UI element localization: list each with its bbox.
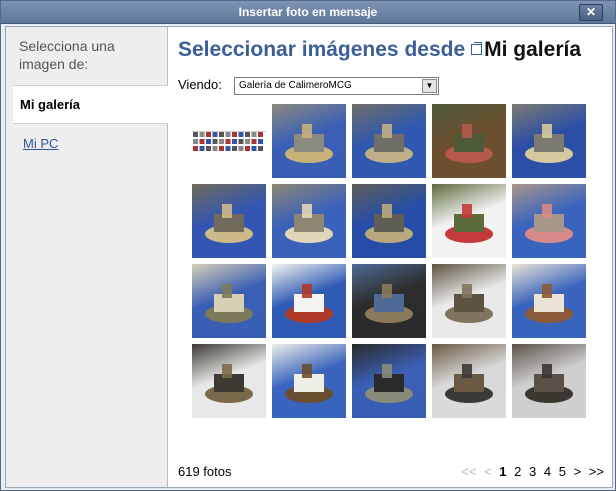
pagination: << < 1 2 3 4 5 > >> [457, 464, 604, 479]
next-page-link[interactable]: > [574, 464, 582, 479]
thumb-model-13[interactable] [432, 264, 506, 338]
thumb-model-19[interactable] [512, 344, 586, 418]
thumb-model-1[interactable] [272, 104, 346, 178]
page-link[interactable]: 5 [559, 464, 566, 479]
thumb-model-8[interactable] [432, 184, 506, 258]
sidebar-heading: Selecciona una imagen de: [19, 38, 115, 72]
page-title: Seleccionar imágenes desde Mi galería [178, 38, 581, 62]
thumb-model-11[interactable] [272, 264, 346, 338]
thumb-model-6[interactable] [272, 184, 346, 258]
thumb-model-7[interactable] [352, 184, 426, 258]
thumb-model-2[interactable] [352, 104, 426, 178]
first-page-link[interactable]: << [461, 464, 476, 479]
thumb-model-9[interactable] [512, 184, 586, 258]
gallery-select[interactable]: Galería de CalimeroMCG ▼ [234, 77, 439, 95]
thumb-model-10[interactable] [192, 264, 266, 338]
thumb-model-3[interactable] [432, 104, 506, 178]
viewing-label: Viendo: [178, 77, 222, 92]
gallery-panel: Seleccionar imágenes desde Mi galería Vie… [168, 27, 612, 487]
close-button[interactable]: ✕ [579, 4, 603, 21]
thumb-model-4[interactable] [512, 104, 586, 178]
chevron-down-icon[interactable]: ▼ [422, 79, 437, 93]
external-link-icon [471, 42, 483, 55]
thumb-model-16[interactable] [272, 344, 346, 418]
thumb-model-15[interactable] [192, 344, 266, 418]
page-link[interactable]: 2 [514, 464, 521, 479]
thumb-toolbar-screenshot[interactable] [192, 104, 266, 178]
dialog-titlebar: Insertar foto en mensaje ✕ [1, 1, 615, 24]
thumb-model-14[interactable] [512, 264, 586, 338]
dialog-body: Selecciona una imagen de: Mi galería Mi … [5, 26, 613, 488]
title-prefix: Seleccionar imágenes desde [178, 38, 466, 61]
close-icon: ✕ [585, 5, 597, 19]
insert-photo-dialog: Insertar foto en mensaje ✕ Selecciona un… [0, 0, 616, 491]
photo-count: 619 fotos [178, 464, 232, 479]
sidebar-item-my-gallery[interactable]: Mi galería [13, 85, 168, 124]
thumb-model-12[interactable] [352, 264, 426, 338]
prev-page-link[interactable]: < [484, 464, 492, 479]
dialog-title: Insertar foto en mensaje [238, 5, 378, 19]
last-page-link[interactable]: >> [589, 464, 604, 479]
page-link[interactable]: 1 [499, 464, 506, 479]
thumb-model-5[interactable] [192, 184, 266, 258]
sidebar-item-label: Mi galería [20, 97, 80, 112]
sidebar-item-my-pc[interactable]: Mi PC [23, 136, 58, 151]
source-sidebar: Selecciona una imagen de: Mi galería Mi … [6, 27, 168, 487]
page-link[interactable]: 3 [529, 464, 536, 479]
thumb-model-17[interactable] [352, 344, 426, 418]
title-gallery: Mi galería [484, 38, 582, 61]
page-link[interactable]: 4 [544, 464, 551, 479]
thumb-model-18[interactable] [432, 344, 506, 418]
gallery-select-value: Galería de CalimeroMCG [239, 80, 352, 91]
